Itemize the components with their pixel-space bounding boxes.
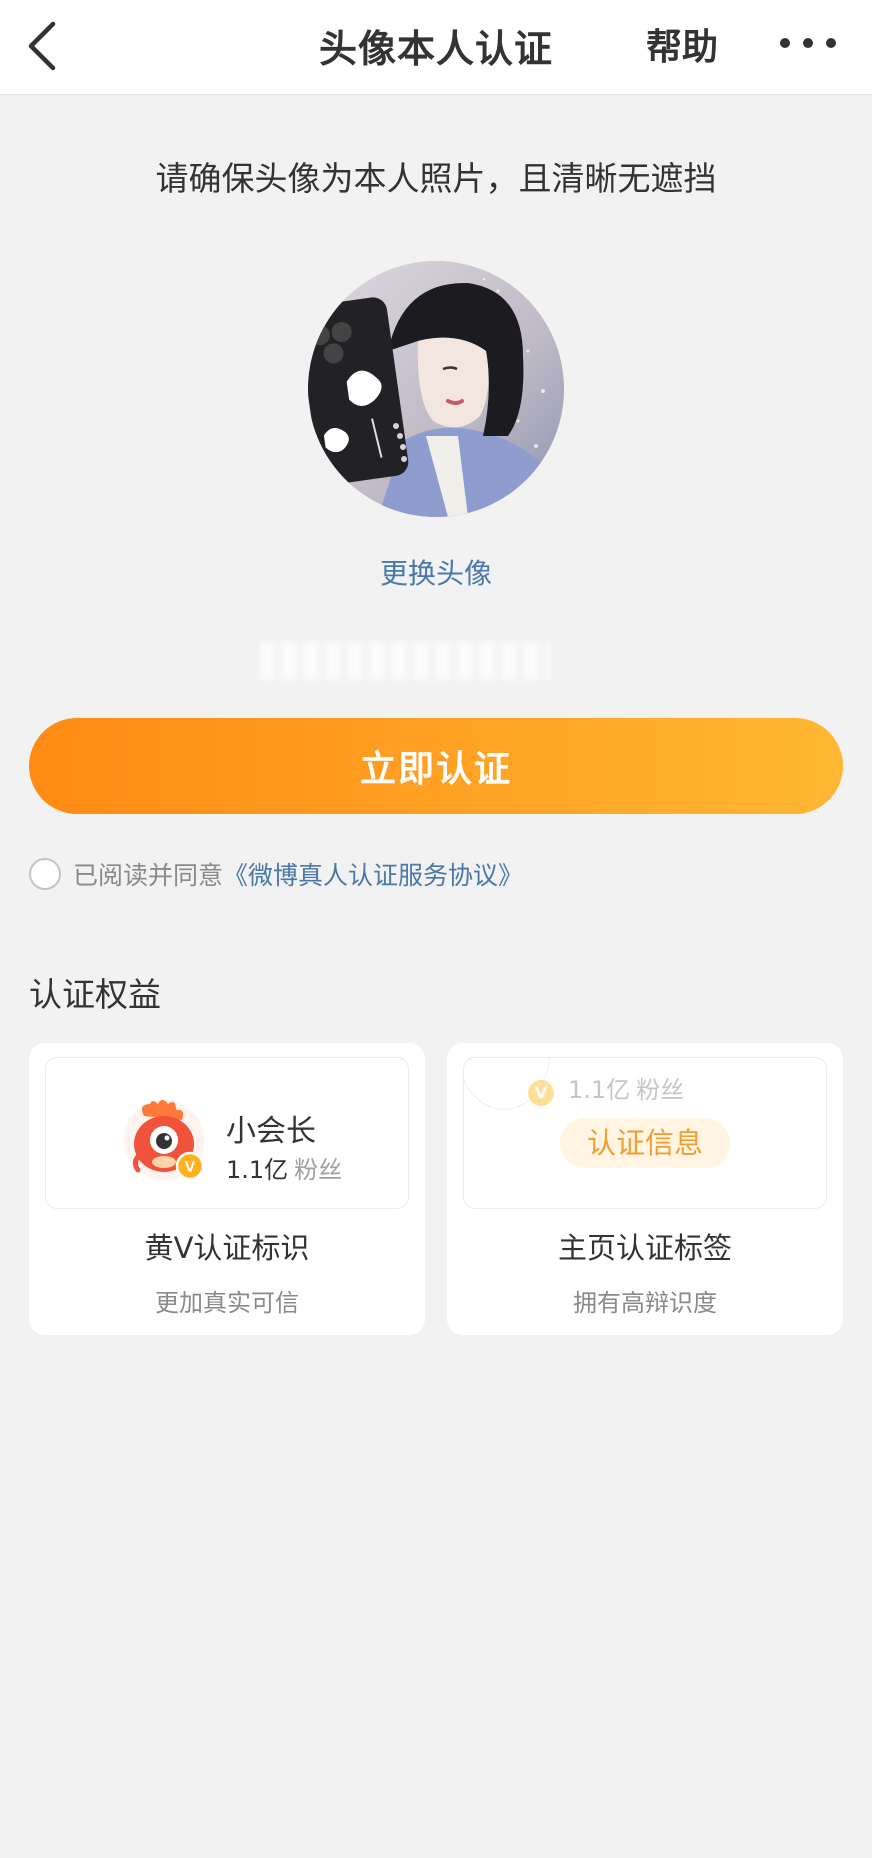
- preview-fans-count: 1.1亿: [568, 1076, 631, 1104]
- verification-info-tag: 认证信息: [560, 1118, 730, 1168]
- preview-fans: 1.1亿 粉丝: [568, 1070, 684, 1105]
- verify-now-button[interactable]: 立即认证: [29, 718, 843, 814]
- agreement-checkbox[interactable]: [29, 858, 61, 890]
- benefit-sub: 拥有高辩识度: [573, 1289, 717, 1317]
- avatar[interactable]: [308, 261, 564, 517]
- help-button[interactable]: 帮助: [646, 18, 718, 70]
- avatar-photo: [308, 261, 564, 517]
- top-nav-bar: 头像本人认证 帮助: [0, 0, 872, 95]
- benefit-label: 黄V认证标识: [144, 1231, 310, 1265]
- benefits-title: 认证权益: [29, 975, 161, 1014]
- more-horizontal-icon: [780, 38, 790, 48]
- agreement-link[interactable]: 《微博真人认证服务协议》: [223, 856, 523, 892]
- preview-fans-count: 1.1亿: [226, 1156, 289, 1184]
- agreement-prefix: 已阅读并同意: [73, 861, 224, 890]
- preview-username: 小会长: [226, 1114, 316, 1149]
- agreement-row: 已阅读并同意 《微博真人认证服务协议》: [29, 856, 523, 892]
- benefit-card-yellow-v: V 小会长 1.1亿 粉丝 黄V认证标识 更加真实可信: [29, 1043, 425, 1335]
- mascot-avatar: V: [124, 1100, 205, 1181]
- preview-fans-label: 粉丝: [294, 1156, 343, 1184]
- avatar-requirement-hint: 请确保头像为本人照片，且清晰无遮挡: [155, 159, 717, 198]
- obscured-text: [260, 642, 550, 680]
- benefit-preview: V 小会长 1.1亿 粉丝: [45, 1057, 409, 1209]
- svg-text:V: V: [185, 1159, 196, 1176]
- benefit-label: 主页认证标签: [557, 1231, 732, 1265]
- verified-v-badge-icon: V: [528, 1080, 554, 1106]
- preview-fans-label: 粉丝: [636, 1076, 685, 1104]
- change-avatar-link[interactable]: 更换头像: [0, 552, 872, 592]
- preview-fans: 1.1亿 粉丝: [226, 1150, 342, 1185]
- benefit-sub: 更加真实可信: [155, 1289, 299, 1317]
- benefit-card-profile-tag: V 1.1亿 粉丝 认证信息 主页认证标签 拥有高辩识度: [447, 1043, 843, 1335]
- page-title: 头像本人认证: [318, 27, 553, 71]
- benefit-preview: V 1.1亿 粉丝 认证信息: [463, 1057, 827, 1209]
- more-options-button[interactable]: [780, 26, 836, 60]
